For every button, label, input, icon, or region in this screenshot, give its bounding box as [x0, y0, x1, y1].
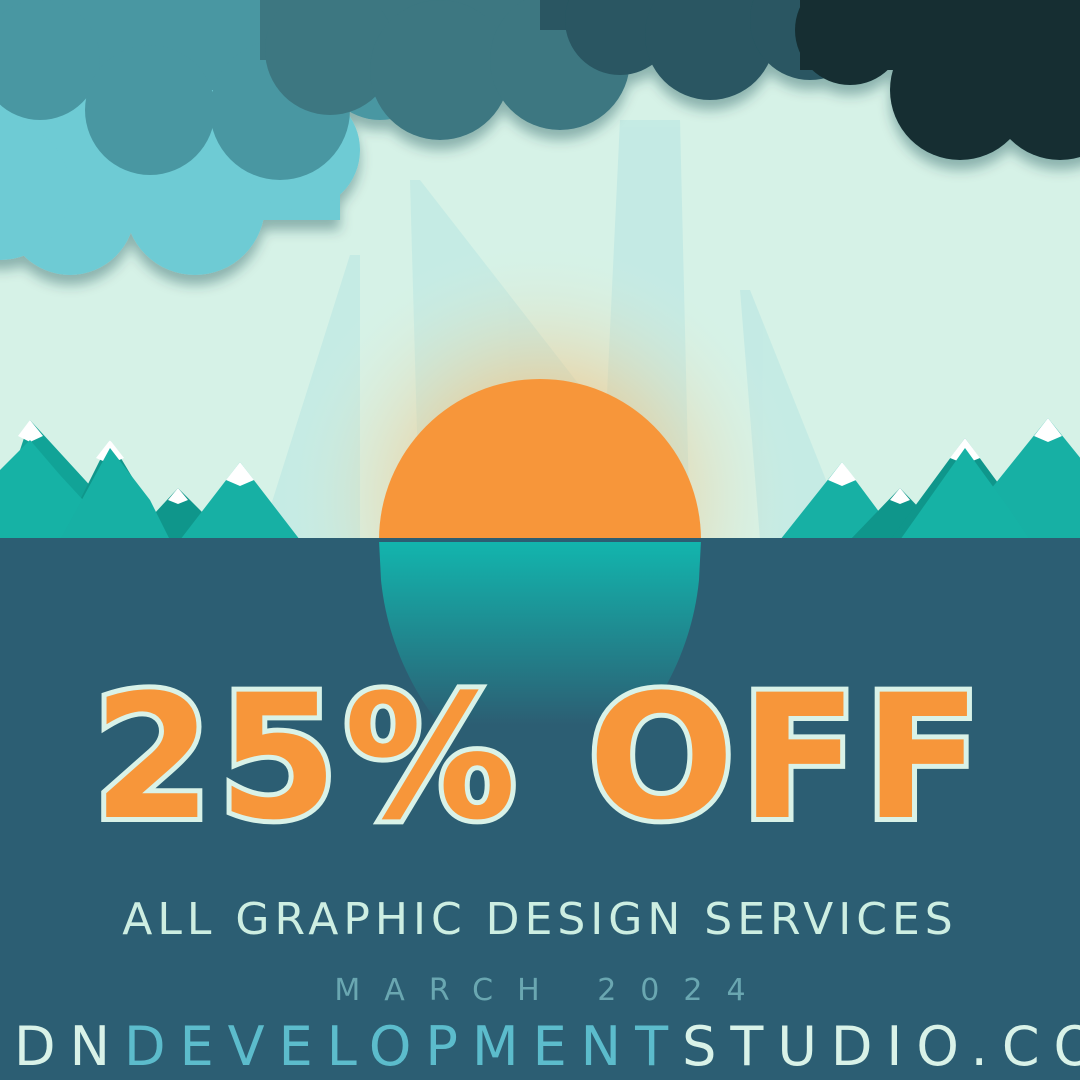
discount-headline: 25% OFF	[88, 657, 988, 858]
promo-date: MARCH 2024	[334, 973, 770, 1008]
services-subheadline: ALL GRAPHIC DESIGN SERVICES	[122, 894, 958, 945]
website-url[interactable]: DNDEVELOPMENTSTUDIO.COM	[0, 1020, 1080, 1074]
promo-poster: 25% OFF ALL GRAPHIC DESIGN SERVICES MARC…	[0, 0, 1080, 1080]
website-url-part-development: DEVELOPMENT	[123, 1015, 683, 1078]
horizon	[0, 538, 1080, 542]
website-url-part-studio: STUDIO.COM	[682, 1015, 1080, 1078]
website-url-part-dn: DN	[14, 1015, 124, 1078]
